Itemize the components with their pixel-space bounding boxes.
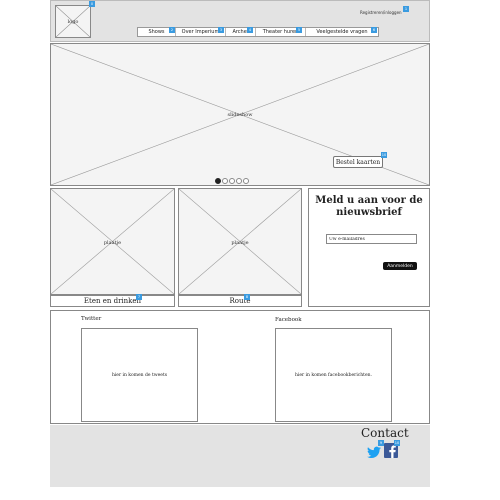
slide-dot-5[interactable]	[243, 178, 249, 184]
facebook-feed: hier in komen facebookberichten.	[275, 328, 392, 422]
contact-title: Contact	[361, 426, 409, 440]
subscribe-button[interactable]: Aanmelden	[383, 262, 417, 270]
nav-badge-theater-huren: 5	[296, 27, 302, 33]
email-field[interactable]	[326, 234, 417, 244]
order-tickets-button[interactable]: Bestel kaarten	[333, 156, 383, 168]
card-image-label: plaatje	[231, 240, 249, 246]
slide-dot-3[interactable]	[229, 178, 235, 184]
nav-badge-archef: 4	[247, 27, 253, 33]
nav-item-veelgestelde-vragen[interactable]: Veelgestelde vragen	[306, 28, 378, 36]
slide-dot-2[interactable]	[222, 178, 228, 184]
newsletter-panel: Meld u aan voor de nieuwsbrief Aanmelden	[308, 188, 430, 307]
nav-badge-over-imperium: 3	[218, 27, 224, 33]
slideshow-label: slideshow	[227, 112, 253, 118]
register-login-link[interactable]: Registreren/inloggen	[360, 10, 402, 15]
logo-badge: 0	[89, 1, 95, 7]
register-badge: 1	[403, 6, 409, 12]
nav-badge-veelgestelde-vragen: 6	[371, 27, 377, 33]
nav-label: Veelgestelde vragen	[316, 29, 368, 35]
card-image-label: plaatje	[103, 240, 122, 246]
facebook-feed-text: hier in komen facebookberichten.	[295, 372, 372, 378]
twitter-feed-text: hier in komen de tweets	[111, 372, 168, 378]
facebook-badge: 10	[394, 440, 400, 446]
logo[interactable]: logo	[55, 5, 91, 38]
newsletter-title: Meld u aan voor de nieuwsbrief	[315, 195, 423, 218]
twitter-feed: hier in komen de tweets	[81, 328, 198, 422]
slide-dot-4[interactable]	[236, 178, 242, 184]
logo-label: logo	[67, 19, 79, 25]
card-badge-route: 8	[244, 294, 250, 300]
facebook-title: Facebook	[275, 317, 302, 323]
order-badge: 10	[381, 152, 387, 158]
twitter-title: Twitter	[81, 316, 102, 322]
footer: Contact 9 10	[50, 425, 430, 487]
card-caption-eten-en-drinken[interactable]: Eten en drinken	[50, 295, 175, 307]
slide-dot-1[interactable]	[215, 178, 221, 184]
nav-label: Over Imperium	[181, 29, 220, 35]
nav-label: Theater huren	[262, 29, 299, 35]
nav-badge-shows: 2	[169, 27, 175, 33]
card-image-route[interactable]: plaatje	[178, 188, 302, 295]
card-badge-eten-en-drinken: 7	[136, 294, 142, 300]
nav-label: Shows	[148, 29, 165, 35]
social-feeds: Twitter hier in komen de tweets Facebook…	[50, 310, 430, 424]
card-caption-route[interactable]: Route	[178, 295, 302, 307]
card-image-eten-en-drinken[interactable]: plaatje	[50, 188, 175, 295]
